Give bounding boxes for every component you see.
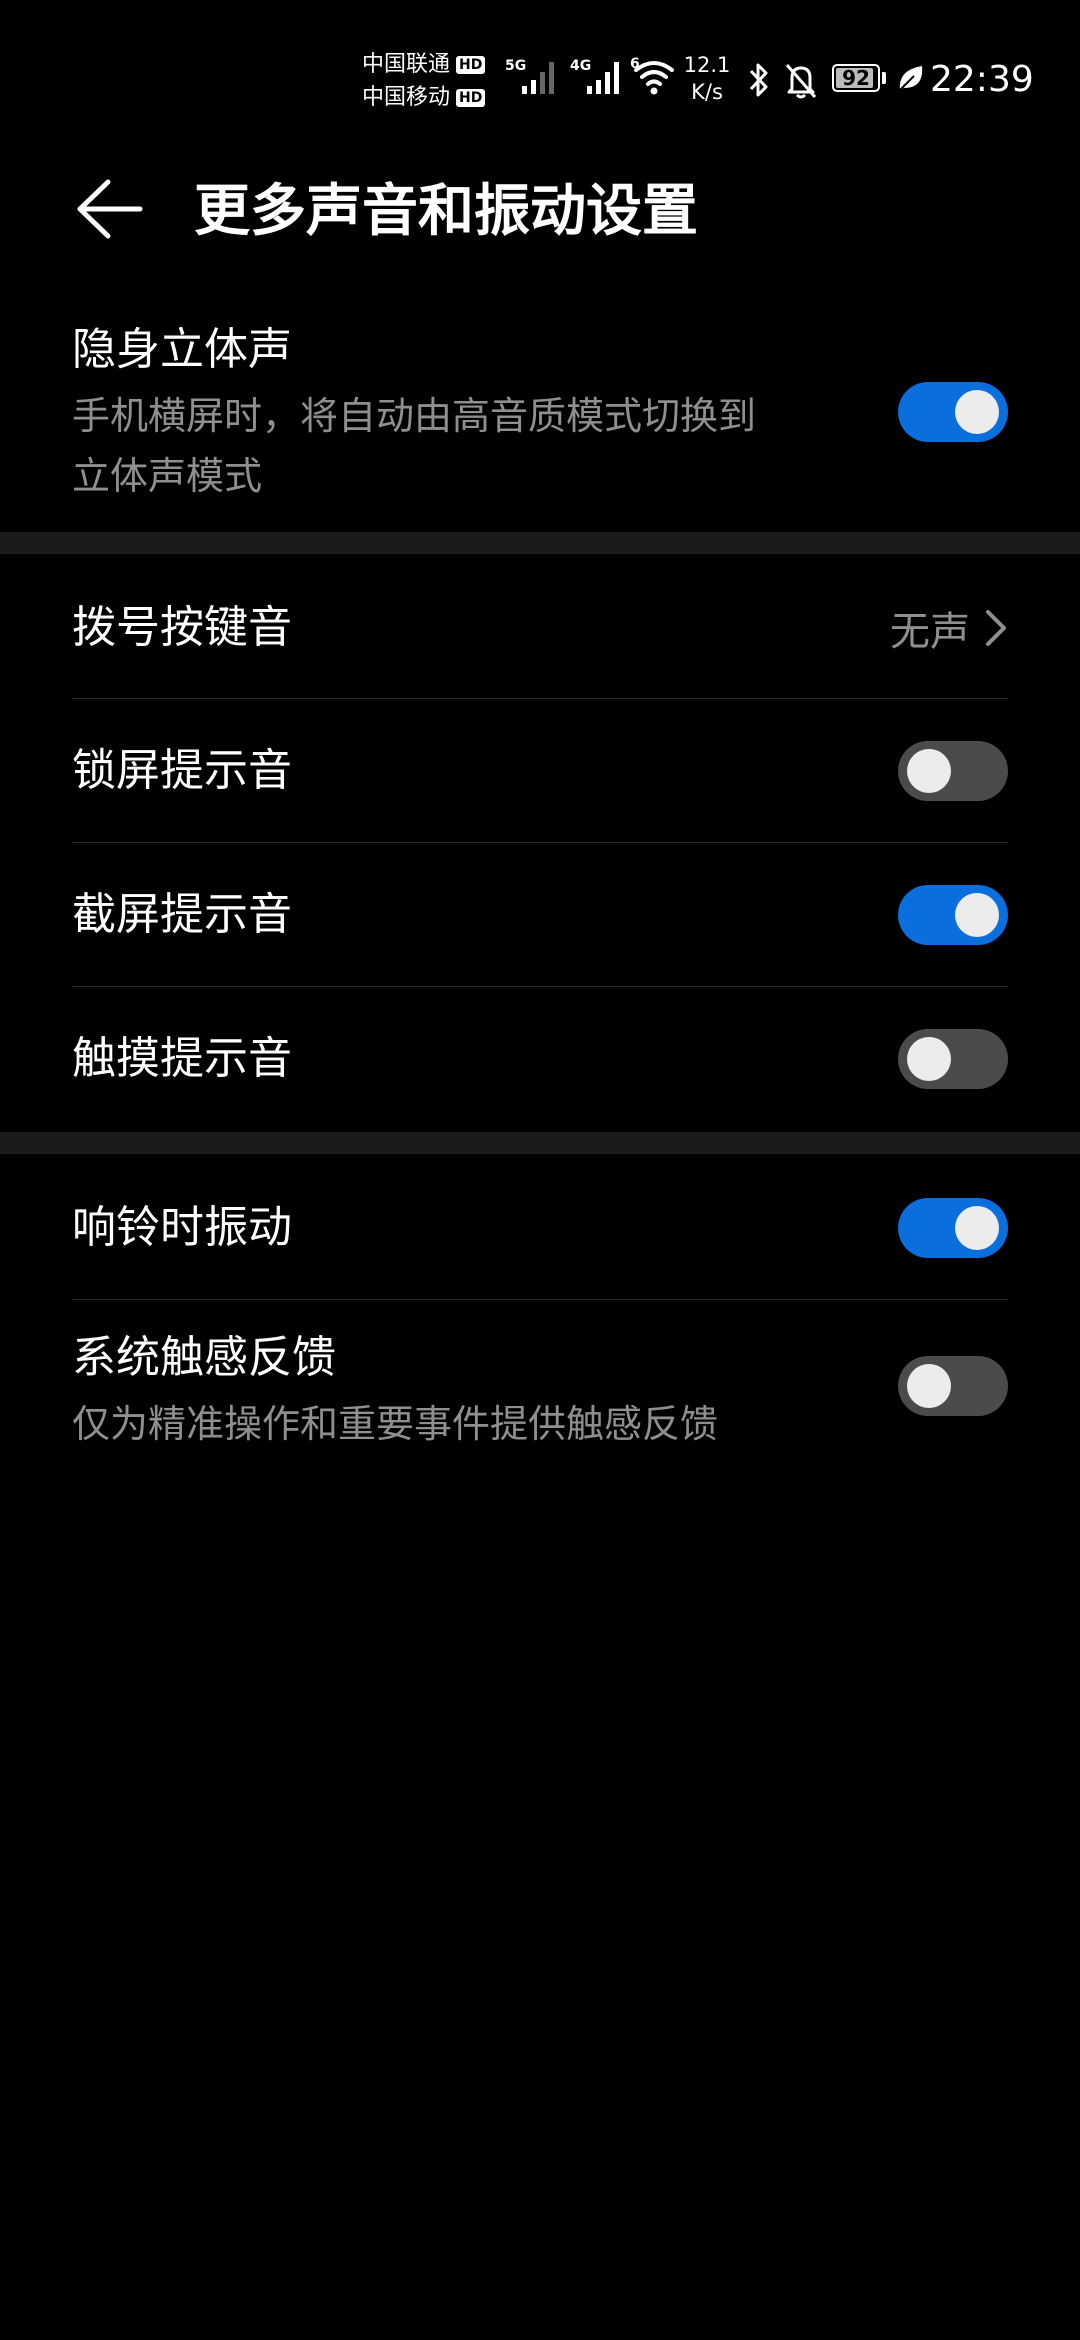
toggle-knob bbox=[907, 749, 951, 793]
setting-haptic-feedback[interactable]: 系统触感反馈 仅为精准操作和重要事件提供触感反馈 bbox=[72, 1330, 1008, 1456]
setting-screenshot-sound[interactable]: 截屏提示音 bbox=[72, 885, 1008, 945]
toggle-knob bbox=[955, 390, 999, 434]
toggle-knob bbox=[907, 1364, 951, 1408]
section-separator bbox=[0, 1132, 1080, 1154]
setting-lock-sound[interactable]: 锁屏提示音 bbox=[72, 741, 1008, 801]
page-title: 更多声音和振动设置 bbox=[194, 179, 698, 244]
lock-sound-toggle[interactable] bbox=[898, 741, 1008, 801]
carrier-name-2: 中国移动 bbox=[362, 85, 451, 110]
setting-stealth-stereo[interactable]: 隐身立体声 手机横屏时，将自动由高音质模式切换到 立体声模式 bbox=[72, 322, 1008, 512]
setting-stealth-stereo-description: 手机横屏时，将自动由高音质模式切换到 立体声模式 bbox=[72, 386, 872, 506]
setting-stealth-stereo-description-line-1: 手机横屏时，将自动由高音质模式切换到 bbox=[72, 394, 757, 438]
wifi-icon bbox=[634, 61, 674, 95]
screenshot-sound-toggle[interactable] bbox=[898, 885, 1008, 945]
section-separator bbox=[0, 532, 1080, 554]
power-saving-leaf-icon bbox=[899, 66, 923, 91]
signal-strength-icon-2 bbox=[587, 62, 619, 94]
setting-touch-sound-title: 触摸提示音 bbox=[72, 1033, 292, 1084]
hd-badge-1: HD bbox=[456, 55, 486, 74]
network-speed: 12.1 K/s bbox=[682, 52, 732, 106]
setting-dial-tone-value: 无声 bbox=[890, 609, 970, 655]
setting-haptic-feedback-description: 仅为精准操作和重要事件提供触感反馈 bbox=[72, 1402, 719, 1446]
carrier-info: 中国联通 HD 中国移动 HD bbox=[362, 48, 494, 114]
bell-off-icon bbox=[785, 64, 817, 99]
toggle-knob bbox=[955, 1206, 999, 1250]
signal-strength-icon-1 bbox=[522, 62, 554, 94]
setting-vibrate-on-ring[interactable]: 响铃时振动 bbox=[72, 1198, 1008, 1258]
bluetooth-icon bbox=[749, 63, 768, 97]
carrier-row-2: 中国移动 HD bbox=[362, 81, 494, 114]
setting-dial-tone-title: 拨号按键音 bbox=[72, 602, 292, 653]
carrier-row-1: 中国联通 HD bbox=[362, 48, 494, 81]
vibrate-on-ring-toggle[interactable] bbox=[898, 1198, 1008, 1258]
row-divider bbox=[72, 842, 1008, 843]
setting-dial-tone[interactable]: 拨号按键音 无声 bbox=[72, 600, 1008, 656]
setting-lock-sound-title: 锁屏提示音 bbox=[72, 745, 292, 796]
setting-stealth-stereo-description-line-2: 立体声模式 bbox=[72, 454, 263, 498]
touch-sound-toggle[interactable] bbox=[898, 1029, 1008, 1089]
setting-touch-sound[interactable]: 触摸提示音 bbox=[72, 1029, 1008, 1089]
battery-icon: 92 bbox=[832, 64, 880, 92]
setting-vibrate-on-ring-title: 响铃时振动 bbox=[72, 1202, 292, 1253]
row-divider bbox=[72, 698, 1008, 699]
setting-stealth-stereo-title: 隐身立体声 bbox=[72, 324, 292, 375]
haptic-feedback-toggle[interactable] bbox=[898, 1356, 1008, 1416]
toggle-knob bbox=[907, 1037, 951, 1081]
stealth-stereo-toggle[interactable] bbox=[898, 382, 1008, 442]
setting-screenshot-sound-title: 截屏提示音 bbox=[72, 889, 292, 940]
battery-percentage: 92 bbox=[842, 66, 870, 90]
setting-dial-tone-value-wrap: 无声 bbox=[890, 600, 1008, 656]
clock: 22:39 bbox=[930, 59, 1034, 100]
title-bar: 更多声音和振动设置 bbox=[0, 160, 1080, 260]
status-bar: 中国联通 HD 中国移动 HD 5G 4G 6 12.1 K/s 92 22:3… bbox=[0, 0, 1080, 140]
hd-badge-2: HD bbox=[456, 88, 486, 107]
setting-haptic-feedback-title: 系统触感反馈 bbox=[72, 1332, 336, 1383]
network-speed-value: 12.1 bbox=[683, 53, 731, 77]
battery-tip bbox=[882, 72, 886, 84]
row-divider bbox=[72, 986, 1008, 987]
toggle-knob bbox=[955, 893, 999, 937]
carrier-name-1: 中国联通 bbox=[362, 52, 451, 77]
row-divider bbox=[72, 1299, 1008, 1300]
back-arrow-icon[interactable] bbox=[74, 174, 144, 244]
chevron-right-icon bbox=[986, 610, 1006, 646]
network-speed-unit: K/s bbox=[691, 80, 723, 104]
